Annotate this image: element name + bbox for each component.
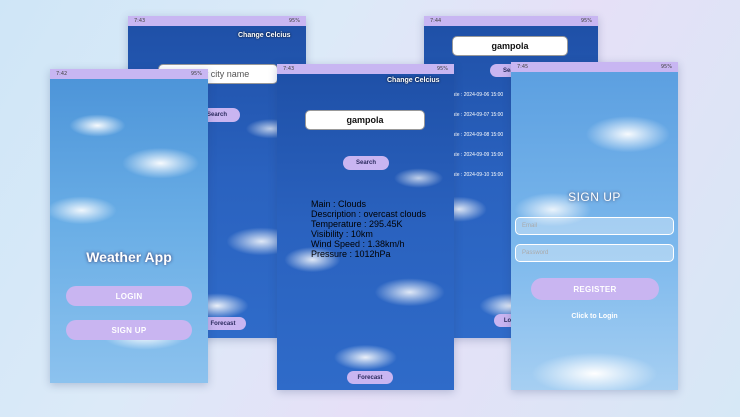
weather-temperature: Temperature : 295.45K — [311, 219, 403, 229]
weather-description: Description : overcast clouds — [311, 209, 427, 219]
forecast-button[interactable]: Forecast — [347, 371, 393, 384]
forecast-date: Date : 2024-09-06 15:00 — [449, 92, 504, 98]
status-battery: 95% — [436, 66, 448, 72]
weather-pressure: Pressure : 1012hPa — [311, 249, 391, 259]
status-time: 7:44 — [430, 18, 442, 24]
status-time: 7:43 — [283, 66, 295, 72]
weather-wind-speed: Wind Speed : 1.38km/h — [311, 239, 405, 249]
status-bar: 7:42 95% — [50, 69, 208, 79]
register-button[interactable]: REGISTER — [531, 278, 659, 300]
change-units-button[interactable]: Change Celcius — [387, 77, 440, 84]
forecast-date: Date : 2024-09-07 15:00 — [449, 112, 504, 118]
phone-signup-screen: 7:45 95% SIGN UP Email Password REGISTER… — [511, 62, 678, 390]
city-name-input[interactable]: gampola — [305, 110, 425, 130]
login-link[interactable]: Click to Login — [511, 313, 678, 320]
status-battery: 95% — [288, 18, 300, 24]
search-button[interactable]: Search — [343, 156, 389, 170]
city-name-input[interactable]: gampola — [452, 36, 568, 56]
status-battery: 95% — [580, 18, 592, 24]
signup-button[interactable]: SIGN UP — [66, 320, 192, 340]
status-time: 7:43 — [134, 18, 146, 24]
status-time: 7:42 — [56, 71, 68, 77]
status-bar: 7:44 95% — [424, 16, 598, 26]
status-battery: 95% — [190, 71, 202, 77]
weather-visibility: Visibility : 10km — [311, 229, 373, 239]
password-field[interactable]: Password — [515, 244, 674, 262]
weather-main: Main : Clouds — [311, 199, 367, 209]
login-button[interactable]: LOGIN — [66, 286, 192, 306]
phone-login-screen: 7:42 95% Weather App LOGIN SIGN UP — [50, 69, 208, 383]
forecast-date: Date : 2024-09-10 15:00 — [449, 172, 504, 178]
forecast-date: Date : 2024-09-08 15:00 — [449, 132, 504, 138]
email-field[interactable]: Email — [515, 217, 674, 235]
status-time: 7:45 — [517, 64, 529, 70]
status-battery: 95% — [660, 64, 672, 70]
signup-title: SIGN UP — [568, 190, 621, 204]
app-title: Weather App — [86, 249, 172, 265]
forecast-date: Date : 2024-09-09 15:00 — [449, 152, 504, 158]
change-units-button[interactable]: Change Celcius — [238, 32, 291, 39]
status-bar: 7:43 95% — [277, 64, 454, 74]
status-bar: 7:43 95% — [128, 16, 306, 26]
phone-results-screen: 7:43 95% Change Celcius gampola Search M… — [277, 64, 454, 390]
status-bar: 7:45 95% — [511, 62, 678, 72]
